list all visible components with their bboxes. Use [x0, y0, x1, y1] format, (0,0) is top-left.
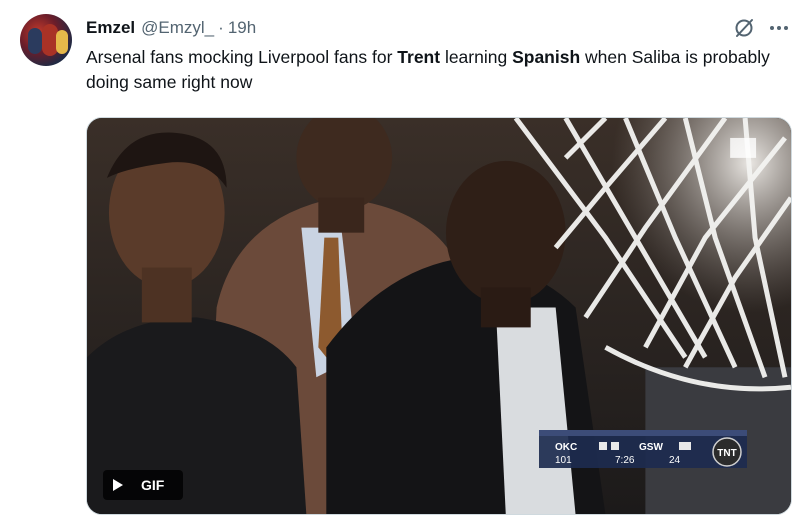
tweet-card[interactable]: Emzel @Emzyl_ · 19h Arsenal fans mocking…	[0, 0, 800, 518]
network-logo-label: TNT	[717, 448, 736, 459]
tweet-text-bold-segment: Spanish	[512, 47, 581, 67]
avatar-figure	[56, 30, 68, 54]
tweet-header: Emzel @Emzyl_ · 19h	[86, 17, 256, 39]
away-score-label: 101	[555, 455, 572, 466]
game-clock-label: 7:26	[615, 455, 635, 466]
tweet-timestamp[interactable]: 19h	[228, 18, 256, 38]
author-handle[interactable]: @Emzyl_	[141, 18, 214, 38]
play-icon[interactable]	[113, 479, 123, 491]
tweet-text-bold-segment: Trent	[397, 47, 441, 67]
tweet-text-segment: Arsenal fans mocking Liverpool fans for	[86, 47, 398, 67]
avatar-figure	[28, 28, 42, 54]
grok-icon[interactable]	[732, 16, 756, 40]
author-avatar[interactable]	[20, 14, 72, 66]
tweet-text: Arsenal fans mocking Liverpool fans for …	[86, 45, 786, 95]
home-score-label: 24	[669, 455, 681, 466]
author-name[interactable]: Emzel	[86, 18, 135, 38]
away-team-label: OKC	[555, 442, 577, 453]
header-separator: ·	[218, 18, 224, 37]
home-team-label: GSW	[639, 442, 663, 453]
gif-badge-label: GIF	[141, 477, 165, 493]
gif-badge[interactable]: GIF	[103, 470, 183, 500]
more-options-icon[interactable]	[768, 18, 790, 38]
gif-media[interactable]: OKC 101 7:26 GSW 24 TNT GIF	[86, 117, 792, 515]
scorebug: OKC 101 7:26 GSW 24 TNT	[539, 430, 747, 468]
tweet-text-segment: learning	[440, 47, 513, 67]
